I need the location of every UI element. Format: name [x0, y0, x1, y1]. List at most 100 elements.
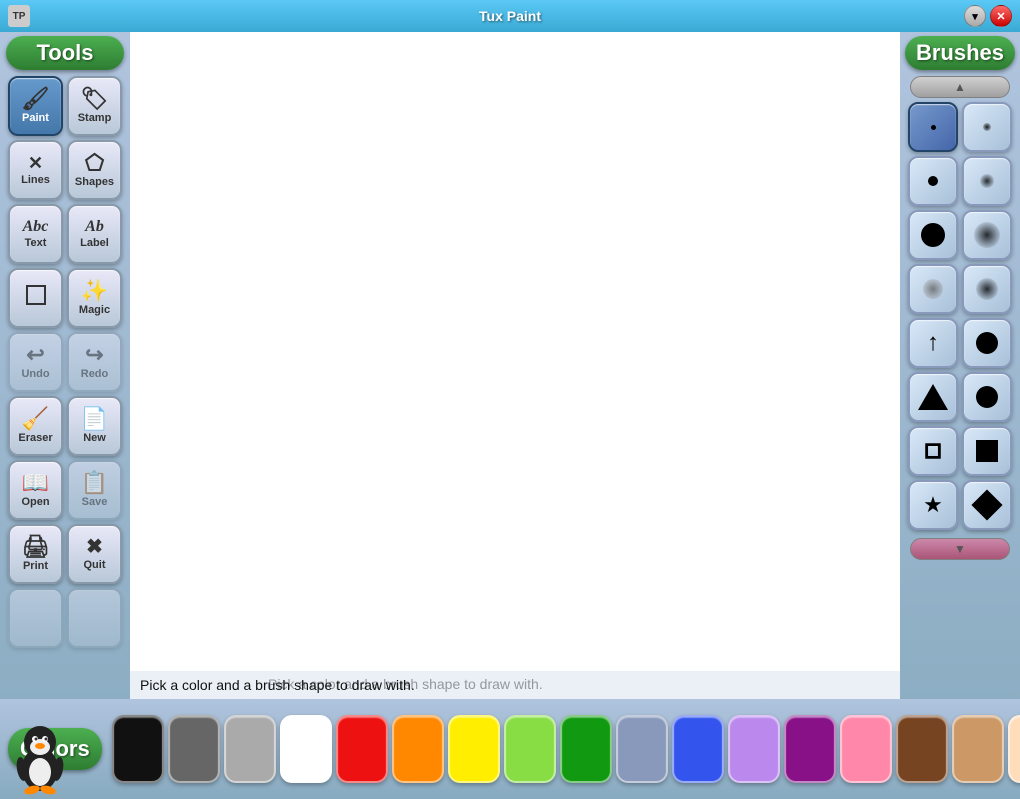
redo-icon: ↪ [85, 344, 103, 366]
color-gray[interactable] [224, 715, 276, 783]
brush-large-soft[interactable] [962, 264, 1012, 314]
window-title: Tux Paint [479, 8, 541, 24]
tool-fill[interactable] [8, 268, 63, 328]
color-green[interactable] [560, 715, 612, 783]
color-red[interactable] [336, 715, 388, 783]
brush-triangle[interactable] [908, 372, 958, 422]
brush-round-lg[interactable] [962, 372, 1012, 422]
tux-svg [8, 714, 73, 799]
star-icon: ★ [923, 492, 943, 518]
brush-row-5: ↑ [908, 318, 1012, 368]
lines-icon: ✕ [28, 154, 43, 172]
shapes-label: Shapes [75, 176, 114, 188]
brush-diamond-outline[interactable] [908, 426, 958, 476]
tux-mascot [0, 719, 80, 799]
tool-row-1: 🖌 Paint 🏷 Stamp [8, 76, 122, 136]
quit-label: Quit [84, 559, 106, 571]
brush-row-7 [908, 426, 1012, 476]
color-orange[interactable] [392, 715, 444, 783]
tool-new[interactable]: 📄 New [67, 396, 122, 456]
brush-arrow[interactable]: ↑ [908, 318, 958, 368]
tool-label[interactable]: Ab Label [67, 204, 122, 264]
tools-label: Tools [6, 36, 124, 70]
tool-save[interactable]: 📋 Save [67, 460, 122, 520]
brush-row-6 [908, 372, 1012, 422]
color-yellow[interactable] [448, 715, 500, 783]
brush-large-gray[interactable] [908, 264, 958, 314]
magic-icon: ✨ [81, 280, 108, 302]
color-blue[interactable] [672, 715, 724, 783]
brush-tiny-soft[interactable] [962, 102, 1012, 152]
color-peach[interactable] [1008, 715, 1020, 783]
brush-star[interactable]: ★ [908, 480, 958, 530]
paint-label: Paint [22, 112, 49, 124]
app-icon: TP [8, 5, 30, 27]
tool-row-6: 🧹 Eraser 📄 New [8, 396, 122, 456]
color-pink[interactable] [840, 715, 892, 783]
text-icon: Abc [23, 219, 49, 235]
tool-eraser[interactable]: 🧹 Eraser [8, 396, 63, 456]
close-button[interactable]: ✕ [990, 5, 1012, 27]
open-label: Open [21, 496, 49, 508]
brush-medium-soft[interactable] [962, 210, 1012, 260]
brush-medium-hard[interactable] [908, 210, 958, 260]
tool-extra1[interactable] [8, 588, 63, 648]
color-white[interactable] [280, 715, 332, 783]
titlebar-controls: ▾ ✕ [964, 5, 1012, 27]
color-purple[interactable] [784, 715, 836, 783]
brush-scroll-up[interactable]: ▲ [910, 76, 1010, 98]
tool-lines[interactable]: ✕ Lines [8, 140, 63, 200]
minimize-button[interactable]: ▾ [964, 5, 986, 27]
eraser-icon: 🧹 [22, 408, 49, 430]
brush-small-hard[interactable] [908, 156, 958, 206]
brushes-label: Brushes [905, 36, 1015, 70]
quit-icon: ✖ [86, 537, 103, 557]
tool-row-8: 🖨 Print ✖ Quit [8, 524, 122, 584]
tool-text[interactable]: Abc Text [8, 204, 63, 264]
colors-bar: Colors [0, 699, 1020, 799]
brush-diamond[interactable] [962, 480, 1012, 530]
color-black[interactable] [112, 715, 164, 783]
tool-print[interactable]: 🖨 Print [8, 524, 63, 584]
square-icon [976, 440, 998, 462]
color-lavender[interactable] [728, 715, 780, 783]
label-icon: Ab [85, 219, 104, 235]
brush-row-2 [908, 156, 1012, 206]
color-blue-gray[interactable] [616, 715, 668, 783]
magic-label: Magic [79, 304, 110, 316]
brush-row-3 [908, 210, 1012, 260]
brush-square[interactable] [962, 426, 1012, 476]
tool-row-2: ✕ Lines ⬠ Shapes [8, 140, 122, 200]
tool-extra2[interactable] [67, 588, 122, 648]
status-overlay: Pick a color and a brush shape to draw w… [130, 671, 900, 699]
stamp-label: Stamp [78, 112, 112, 124]
tool-shapes[interactable]: ⬠ Shapes [67, 140, 122, 200]
titlebar-left: TP [8, 5, 30, 27]
brush-large-circle[interactable] [962, 318, 1012, 368]
tool-magic[interactable]: ✨ Magic [67, 268, 122, 328]
new-icon: 📄 [81, 408, 108, 430]
lines-label: Lines [21, 174, 50, 186]
brush-tiny-hard[interactable] [908, 102, 958, 152]
right-panel: Brushes ▲ [900, 32, 1020, 799]
color-dark-gray[interactable] [168, 715, 220, 783]
undo-label: Undo [21, 368, 49, 380]
tool-stamp[interactable]: 🏷 Stamp [67, 76, 122, 136]
tool-redo[interactable]: ↪ Redo [67, 332, 122, 392]
color-brown[interactable] [896, 715, 948, 783]
tool-paint[interactable]: 🖌 Paint [8, 76, 63, 136]
brush-scroll-down[interactable]: ▼ [910, 538, 1010, 560]
tool-row-9 [8, 588, 122, 648]
label-label: Label [80, 237, 109, 249]
color-light-green[interactable] [504, 715, 556, 783]
titlebar: TP Tux Paint ▾ ✕ [0, 0, 1020, 32]
tool-undo[interactable]: ↩ Undo [8, 332, 63, 392]
status-text: Pick a color and a brush shape to draw w… [140, 677, 415, 693]
redo-label: Redo [81, 368, 109, 380]
tool-open[interactable]: 📖 Open [8, 460, 63, 520]
tool-quit[interactable]: ✖ Quit [67, 524, 122, 584]
tool-row-7: 📖 Open 📋 Save [8, 460, 122, 520]
save-icon: 📋 [81, 472, 108, 494]
color-tan[interactable] [952, 715, 1004, 783]
brush-small-soft[interactable] [962, 156, 1012, 206]
